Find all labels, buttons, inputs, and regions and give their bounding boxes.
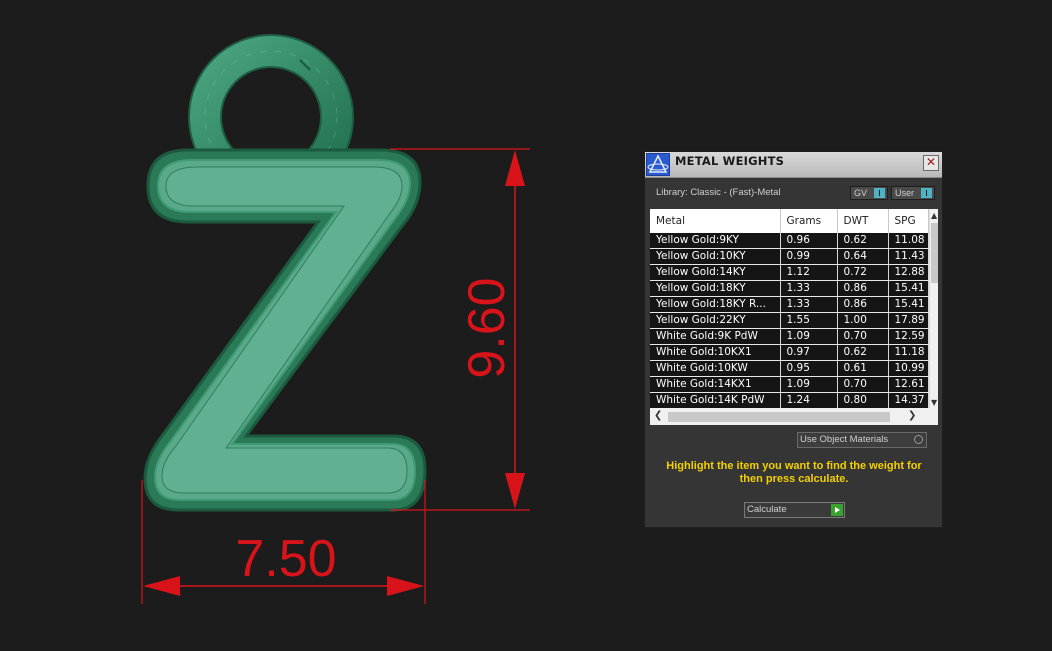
table-cell-dwt: 1.00 (837, 312, 889, 329)
table-cell-spg: 11.43 (888, 248, 929, 265)
table-cell-grams: 0.95 (780, 360, 838, 377)
calculate-label: Calculate (747, 504, 787, 515)
close-button[interactable]: ✕ (923, 155, 939, 171)
table-cell-grams: 1.33 (780, 296, 838, 313)
table-cell-dwt: 0.80 (837, 392, 889, 409)
table-row[interactable]: Yellow Gold:18KY R... 1.33 0.86 15.41 (650, 296, 929, 313)
instructions-text: Highlight the item you want to find the … (666, 460, 922, 485)
column-header-metal[interactable]: Metal (650, 209, 781, 233)
table-cell-metal: Yellow Gold:10KY (650, 248, 781, 265)
table-cell-spg: 12.59 (888, 328, 929, 345)
table-cell-spg: 17.89 (888, 312, 929, 329)
table-row[interactable]: White Gold:9K PdW 1.09 0.70 12.59 (650, 328, 929, 345)
table-cell-grams: 1.09 (780, 376, 838, 393)
table-cell-metal: White Gold:9K PdW (650, 328, 781, 345)
table-cell-grams: 0.99 (780, 248, 838, 265)
table-cell-dwt: 0.62 (837, 344, 889, 361)
table-cell-grams: 1.12 (780, 264, 838, 281)
table-cell-metal: White Gold:10KX1 (650, 344, 781, 361)
play-icon (831, 504, 843, 516)
table-cell-spg: 10.99 (888, 360, 929, 377)
scroll-thumb[interactable] (668, 412, 890, 422)
dimension-width-label: 7.50 (235, 530, 336, 588)
pendant-letter-z (143, 148, 427, 512)
calculate-button[interactable]: Calculate (744, 502, 845, 518)
toggle-switch-icon (921, 188, 932, 198)
scroll-right-icon[interactable]: ❯ (908, 410, 916, 421)
user-toggle[interactable]: User (891, 186, 935, 200)
metal-weights-table: Metal Grams DWT SPG Yellow Gold:9KY 0.96 0.62… (650, 209, 929, 409)
table-cell-grams: 1.33 (780, 280, 838, 297)
table-row[interactable]: White Gold:10KW 0.95 0.61 10.99 (650, 360, 929, 377)
table-cell-metal: Yellow Gold:14KY (650, 264, 781, 281)
panel-title: METAL WEIGHTS (675, 154, 785, 168)
table-row[interactable]: White Gold:14KX1 1.09 0.70 12.61 (650, 376, 929, 393)
column-header-dwt[interactable]: DWT (837, 209, 889, 233)
table-cell-dwt: 0.70 (837, 328, 889, 345)
table-cell-dwt: 0.86 (837, 280, 889, 297)
table-row[interactable]: Yellow Gold:14KY 1.12 0.72 12.88 (650, 264, 929, 281)
table-cell-spg: 11.08 (888, 233, 929, 249)
table-cell-grams: 1.24 (780, 392, 838, 409)
column-header-spg[interactable]: SPG (888, 209, 929, 233)
toggle-switch-icon (874, 188, 885, 198)
metal-table: Metal Grams DWT SPG Yellow Gold:9KY 0.96 0.62… (650, 209, 938, 425)
panel-titlebar[interactable]: METAL WEIGHTS ✕ (645, 152, 942, 178)
table-row[interactable]: White Gold:14K PdW 1.24 0.80 14.37 (650, 392, 929, 409)
gv-toggle-label: GV (854, 188, 868, 198)
table-cell-metal: Yellow Gold:18KY R... (650, 296, 781, 313)
scroll-up-icon[interactable]: ▲ (931, 211, 937, 220)
table-cell-spg: 15.41 (888, 280, 929, 297)
table-cell-dwt: 0.70 (837, 376, 889, 393)
table-cell-dwt: 0.72 (837, 264, 889, 281)
column-header-grams[interactable]: Grams (780, 209, 838, 233)
scroll-down-icon[interactable]: ▼ (931, 398, 937, 407)
radio-icon[interactable] (914, 435, 923, 444)
table-cell-dwt: 0.62 (837, 233, 889, 249)
table-cell-metal: Yellow Gold:18KY (650, 280, 781, 297)
table-row[interactable]: Yellow Gold:22KY 1.55 1.00 17.89 (650, 312, 929, 329)
gv-toggle[interactable]: GV (850, 186, 888, 200)
vertical-scrollbar[interactable]: ▲ ▼ (929, 209, 938, 408)
table-cell-dwt: 0.64 (837, 248, 889, 265)
use-object-materials-label: Use Object Materials (800, 434, 889, 445)
table-cell-dwt: 0.86 (837, 296, 889, 313)
table-cell-metal: Yellow Gold:9KY (650, 233, 781, 249)
table-body: Yellow Gold:9KY 0.96 0.62 11.08 Yellow Gold:… (650, 233, 929, 409)
table-row[interactable]: Yellow Gold:10KY 0.99 0.64 11.43 (650, 248, 929, 265)
table-row[interactable]: White Gold:10KX1 0.97 0.62 11.18 (650, 344, 929, 361)
table-cell-metal: White Gold:14KX1 (650, 376, 781, 393)
table-cell-spg: 12.88 (888, 264, 929, 281)
scroll-left-icon[interactable]: ❮ (654, 410, 662, 421)
table-row[interactable]: Yellow Gold:18KY 1.33 0.86 15.41 (650, 280, 929, 297)
table-cell-grams: 0.97 (780, 344, 838, 361)
horizontal-scrollbar[interactable]: ❮ ❯ (650, 408, 938, 425)
table-cell-grams: 0.96 (780, 233, 838, 249)
library-label: Library: Classic - (Fast)-Metal (656, 187, 781, 198)
use-object-materials-option[interactable]: Use Object Materials (797, 432, 927, 448)
user-toggle-label: User (895, 188, 915, 198)
table-cell-metal: Yellow Gold:22KY (650, 312, 781, 329)
close-icon: ✕ (925, 155, 937, 169)
metal-weights-panel: METAL WEIGHTS ✕ Library: Classic - (Fast… (644, 151, 943, 528)
table-cell-spg: 14.37 (888, 392, 929, 409)
dimension-height-label: 9.60 (458, 277, 516, 378)
table-row[interactable]: Yellow Gold:9KY 0.96 0.62 11.08 (650, 233, 929, 249)
scroll-thumb[interactable] (931, 223, 938, 283)
matrix-logo-icon (646, 153, 670, 176)
table-cell-grams: 1.09 (780, 328, 838, 345)
table-cell-spg: 11.18 (888, 344, 929, 361)
table-cell-spg: 15.41 (888, 296, 929, 313)
table-cell-grams: 1.55 (780, 312, 838, 329)
table-cell-metal: White Gold:10KW (650, 360, 781, 377)
table-cell-spg: 12.61 (888, 376, 929, 393)
table-header-row: Metal Grams DWT SPG (650, 209, 929, 233)
table-cell-metal: White Gold:14K PdW (650, 392, 781, 409)
table-cell-dwt: 0.61 (837, 360, 889, 377)
